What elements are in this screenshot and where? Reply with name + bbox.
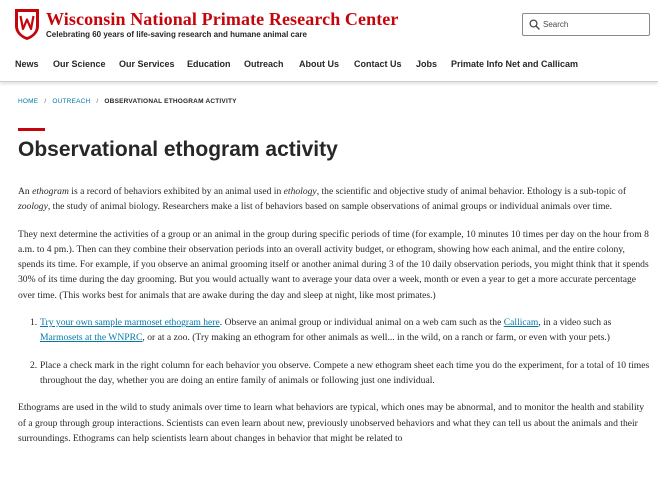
nav-item-primate-info-net[interactable]: Primate Info Net and Callicam — [451, 59, 578, 69]
site-header: Wisconsin National Primate Research Cent… — [0, 0, 658, 48]
article-content: An ethogram is a record of behaviors exh… — [18, 184, 650, 458]
search-input[interactable] — [543, 17, 643, 32]
main-nav: News Our Science Our Services Education … — [0, 48, 658, 82]
instruction-list: 1. Try your own sample marmoset ethogram … — [30, 315, 650, 388]
text-run: An — [18, 186, 33, 197]
nav-item-education[interactable]: Education — [187, 59, 231, 69]
site-title[interactable]: Wisconsin National Primate Research Cent… — [46, 9, 398, 30]
nav-item-our-science[interactable]: Our Science — [53, 59, 106, 69]
nav-item-about-us[interactable]: About Us — [299, 59, 339, 69]
term-ethology: ethology — [283, 186, 317, 197]
text-run: , in a video such as — [538, 317, 612, 329]
list-item: 2. Place a check mark in the right column… — [30, 358, 650, 389]
search-icon[interactable] — [529, 19, 540, 30]
list-number: 2. — [30, 359, 38, 371]
intro-paragraph: An ethogram is a record of behaviors exh… — [18, 184, 650, 215]
nav-item-jobs[interactable]: Jobs — [416, 59, 437, 69]
text-run: , the study of animal biology. Researche… — [47, 201, 613, 213]
sample-ethogram-link[interactable]: Try your own sample marmoset ethogram he… — [40, 317, 220, 328]
text-run: , or at a zoo. (Try making an ethogram f… — [142, 332, 610, 344]
breadcrumb-separator: / — [44, 98, 47, 105]
nav-item-contact-us[interactable]: Contact Us — [354, 59, 402, 69]
text-run: Place a check mark in the right column f… — [40, 359, 650, 386]
term-zoology: zoology — [18, 201, 48, 213]
nav-item-outreach[interactable]: Outreach — [244, 59, 284, 69]
page-title: Observational ethogram activity — [18, 138, 338, 161]
text-run: is a record of behaviors exhibited by an… — [68, 186, 284, 197]
text-run: . Observe an animal group or individual … — [219, 317, 504, 329]
site-tagline: Celebrating 60 years of life-saving rese… — [46, 30, 307, 39]
title-accent-bar — [18, 128, 45, 131]
breadcrumb-outreach-link[interactable]: OUTREACH — [52, 98, 90, 105]
breadcrumb-separator: / — [96, 98, 99, 105]
marmosets-video-link[interactable]: Marmosets at the WNPRC — [40, 332, 142, 343]
nav-item-our-services[interactable]: Our Services — [119, 59, 175, 69]
list-item: 1. Try your own sample marmoset ethogram … — [30, 315, 650, 346]
term-ethogram: ethogram — [32, 186, 69, 197]
list-number: 1. — [30, 317, 38, 329]
usage-paragraph: Ethograms are used in the wild to study … — [18, 402, 645, 444]
nav-item-news[interactable]: News — [15, 59, 39, 69]
uw-crest-icon[interactable] — [13, 7, 41, 41]
callicam-link[interactable]: Callicam — [504, 317, 539, 328]
text-run: , the scientific and objective study of … — [316, 186, 627, 197]
search-box[interactable] — [522, 13, 650, 36]
breadcrumb-home-link[interactable]: HOME — [18, 98, 38, 105]
method-paragraph: They next determine the activities of a … — [18, 228, 649, 301]
breadcrumb: HOME / OUTREACH / OBSERVATIONAL ETHOGRAM ACT… — [18, 98, 237, 105]
breadcrumb-current: OBSERVATIONAL ETHOGRAM ACTIVITY — [104, 98, 237, 105]
